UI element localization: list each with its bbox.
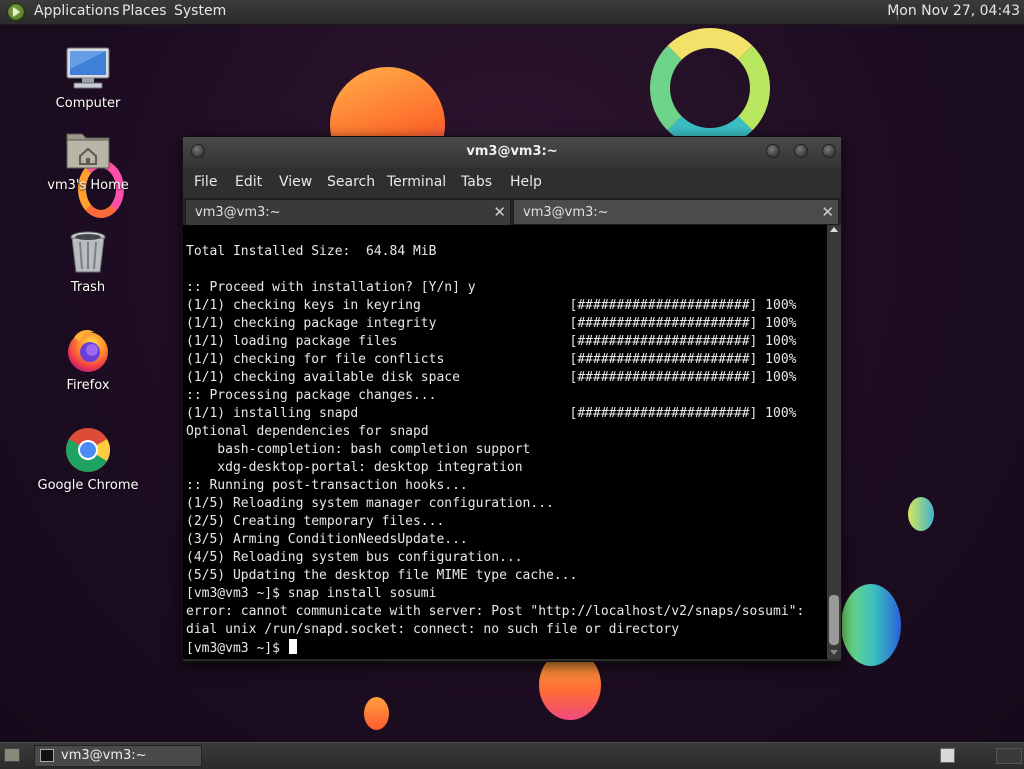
terminal-line: bash-completion: bash completion support xyxy=(217,442,531,457)
tab-close-icon[interactable]: ✕ xyxy=(821,203,834,221)
terminal-line: (1/1) checking for file conflicts [#####… xyxy=(186,352,797,367)
terminal-text: Total Installed Size: 64.84 MiB :: Proce… xyxy=(186,243,804,658)
wallpaper-small-blob xyxy=(908,497,934,531)
terminal-window[interactable]: vm3@vm3:~ File Edit View Search Terminal… xyxy=(182,136,842,662)
maximize-button[interactable] xyxy=(794,144,808,158)
desktop-icon-trash[interactable]: Trash xyxy=(33,228,143,295)
terminal-cursor xyxy=(288,639,297,654)
terminal-scrollbar[interactable] xyxy=(827,225,841,659)
window-titlebar[interactable]: vm3@vm3:~ xyxy=(183,137,841,167)
show-desktop-icon[interactable] xyxy=(4,748,20,762)
desktop-icon-chrome[interactable]: Google Chrome xyxy=(33,426,143,493)
wallpaper-green-ring xyxy=(650,28,770,148)
terminal-line: (1/1) checking package integrity [######… xyxy=(186,316,797,331)
taskbar-window-label: vm3@vm3:~ xyxy=(61,748,147,763)
menu-help[interactable]: Help xyxy=(510,174,542,190)
tab-terminal-2[interactable]: vm3@vm3:~ ✕ xyxy=(513,199,839,225)
terminal-line: (3/5) Arming ConditionNeedsUpdate... xyxy=(186,532,468,547)
desktop-icon-computer[interactable]: Computer xyxy=(33,44,143,111)
window-title: vm3@vm3:~ xyxy=(466,144,558,159)
menu-file[interactable]: File xyxy=(194,174,217,190)
terminal-line: (1/1) checking keys in keyring [########… xyxy=(186,298,797,313)
desktop-icon-label: Computer xyxy=(55,96,121,111)
home-folder-icon xyxy=(64,126,112,174)
workspace-switcher-2[interactable] xyxy=(996,748,1022,764)
computer-icon xyxy=(64,44,112,92)
desktop-icon-label: Trash xyxy=(70,280,106,295)
terminal-line: (1/1) installing snapd [################… xyxy=(186,406,797,421)
trash-icon xyxy=(64,228,112,276)
menu-terminal[interactable]: Terminal xyxy=(387,174,446,190)
terminal-line: error: cannot communicate with server: P… xyxy=(186,604,805,619)
tab-label: vm3@vm3:~ xyxy=(523,205,609,220)
terminal-line: (5/5) Updating the desktop file MIME typ… xyxy=(186,568,578,583)
chrome-icon xyxy=(64,426,112,474)
desktop-icon-label: Firefox xyxy=(66,378,110,393)
close-button[interactable] xyxy=(822,144,836,158)
terminal-line: :: Proceed with installation? [Y/n] y xyxy=(186,280,476,295)
terminal-line: :: Processing package changes... xyxy=(186,388,437,403)
taskbar-window-button[interactable]: vm3@vm3:~ xyxy=(34,745,202,767)
menu-tabs[interactable]: Tabs xyxy=(461,174,492,190)
menu-search[interactable]: Search xyxy=(327,174,375,190)
clock[interactable]: Mon Nov 27, 04:43 xyxy=(887,3,1020,19)
terminal-icon xyxy=(40,749,54,762)
menu-edit[interactable]: Edit xyxy=(235,174,262,190)
system-menu[interactable]: System xyxy=(174,3,226,19)
terminal-line: (2/5) Creating temporary files... xyxy=(186,514,445,529)
terminal-line: Total Installed Size: 64.84 MiB xyxy=(186,244,437,259)
desktop-icon-label: vm3's Home xyxy=(47,178,129,193)
wallpaper-orange-blob-small xyxy=(364,697,389,730)
terminal-output[interactable]: Total Installed Size: 64.84 MiB :: Proce… xyxy=(183,225,827,659)
workspace-switcher[interactable] xyxy=(940,748,955,763)
desktop-icon-firefox[interactable]: Firefox xyxy=(33,326,143,393)
scrollbar-thumb[interactable] xyxy=(829,595,839,645)
tab-label: vm3@vm3:~ xyxy=(195,205,281,220)
scroll-down-arrow-icon[interactable] xyxy=(830,650,838,655)
terminal-lines: Total Installed Size: 64.84 MiB :: Proce… xyxy=(186,244,804,637)
menubar: File Edit View Search Terminal Tabs Help xyxy=(183,167,841,197)
wallpaper-large-blob xyxy=(841,584,901,666)
menu-view[interactable]: View xyxy=(279,174,312,190)
terminal-line: :: Running post-transaction hooks... xyxy=(186,478,468,493)
bottom-panel: vm3@vm3:~ xyxy=(0,742,1024,769)
terminal-line: dial unix /run/snapd.socket: connect: no… xyxy=(186,622,680,637)
tab-close-icon[interactable]: ✕ xyxy=(493,203,506,221)
tab-bar: vm3@vm3:~ ✕ vm3@vm3:~ ✕ xyxy=(183,197,841,225)
firefox-icon xyxy=(64,326,112,374)
terminal-prompt: [vm3@vm3 ~]$ xyxy=(186,641,288,656)
places-menu[interactable]: Places xyxy=(122,3,167,19)
top-panel: Applications Places System Mon Nov 27, 0… xyxy=(0,0,1024,25)
terminal-line: (1/1) checking available disk space [###… xyxy=(186,370,797,385)
tab-terminal-1[interactable]: vm3@vm3:~ ✕ xyxy=(185,199,511,225)
terminal-line: (1/5) Reloading system manager configura… xyxy=(186,496,554,511)
terminal-line: (4/5) Reloading system bus configuration… xyxy=(186,550,523,565)
terminal-line: xdg-desktop-portal: desktop integration xyxy=(217,460,523,475)
terminal-line: (1/1) loading package files [###########… xyxy=(186,334,797,349)
desktop-icon-home[interactable]: vm3's Home xyxy=(33,126,143,193)
terminal-line: Optional dependencies for snapd xyxy=(186,424,429,439)
terminal-line: [vm3@vm3 ~]$ snap install sosumi xyxy=(186,586,437,601)
desktop-icon-label: Google Chrome xyxy=(37,478,139,493)
applications-logo-icon[interactable] xyxy=(7,3,25,21)
minimize-button[interactable] xyxy=(766,144,780,158)
applications-menu[interactable]: Applications xyxy=(34,3,120,19)
scroll-up-arrow-icon[interactable] xyxy=(830,227,838,232)
